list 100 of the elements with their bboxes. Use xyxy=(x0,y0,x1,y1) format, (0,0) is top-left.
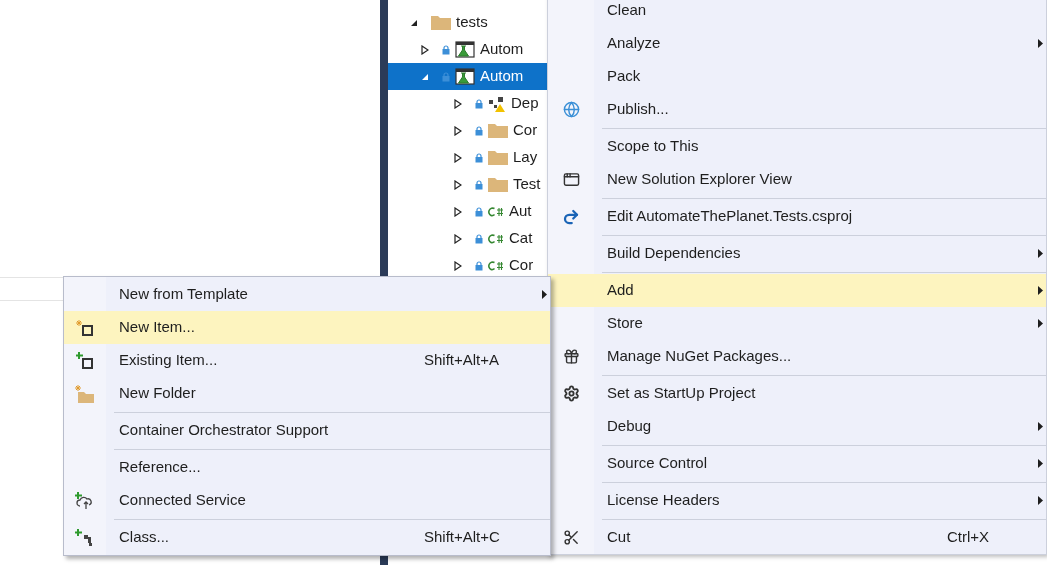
tree-item[interactable]: Dep xyxy=(388,90,547,117)
tree-item[interactable]: Aut xyxy=(388,198,547,225)
tree-item[interactable]: Cor xyxy=(388,117,547,144)
menu-item-label: New from Template xyxy=(119,284,248,305)
menu-item[interactable]: Manage NuGet Packages... xyxy=(548,340,1046,373)
tree-item-label: Aut xyxy=(509,201,532,222)
menu-item-label: New Solution Explorer View xyxy=(607,169,792,190)
lock-icon xyxy=(475,152,483,163)
collapsed-arrow-icon[interactable] xyxy=(454,98,462,109)
submenu-arrow-icon xyxy=(542,290,547,299)
menu-item-label: Source Control xyxy=(607,453,708,474)
menu-item-label: Container Orchestrator Support xyxy=(119,420,329,441)
menu-item[interactable]: License Headers xyxy=(548,484,1046,517)
tree-item-label: Dep xyxy=(511,93,539,114)
shortcut-label: Shift+Alt+A xyxy=(424,350,500,371)
menu-item[interactable]: New from Template xyxy=(64,278,550,311)
tree-item-label: tests xyxy=(456,12,488,33)
menu-item[interactable]: Container Orchestrator Support xyxy=(64,414,550,447)
tree-item[interactable]: Autom xyxy=(388,63,547,90)
tree-item-label: Cat xyxy=(509,228,533,249)
menu-item-label: Analyze xyxy=(607,33,661,54)
dependencies-icon xyxy=(488,95,506,112)
menu-item[interactable]: Existing Item... Shift+Alt+A xyxy=(64,344,550,377)
tree-item[interactable]: Autom xyxy=(388,36,547,63)
tree-item-label: Autom xyxy=(480,66,524,87)
lock-icon xyxy=(475,98,483,109)
menu-item[interactable]: New Item... xyxy=(64,311,550,344)
expanded-arrow-icon[interactable] xyxy=(410,18,418,27)
menu-item[interactable]: Source Control xyxy=(548,447,1046,480)
collapsed-arrow-icon[interactable] xyxy=(454,152,462,163)
menu-item[interactable]: Clean xyxy=(548,0,1046,27)
shortcut-label: Ctrl+X xyxy=(947,527,990,548)
menu-item-label: Add xyxy=(607,280,634,301)
menu-item[interactable]: Store xyxy=(548,307,1046,340)
new-folder-icon xyxy=(75,384,95,403)
submenu-arrow-icon xyxy=(1038,286,1043,295)
menu-item[interactable]: Publish... xyxy=(548,93,1046,126)
collapsed-arrow-icon[interactable] xyxy=(454,206,462,217)
menu-item-label: New Item... xyxy=(119,317,195,338)
menu-item-label: Publish... xyxy=(607,99,669,120)
tree-item[interactable]: Cor xyxy=(388,252,547,279)
menu-item[interactable]: Build Dependencies xyxy=(548,237,1046,270)
folder-icon xyxy=(488,177,508,192)
add-existing-item-icon xyxy=(76,351,94,370)
menu-item-label: Build Dependencies xyxy=(607,243,741,264)
tree-item-label: Cor xyxy=(509,255,534,276)
collapsed-arrow-icon[interactable] xyxy=(454,179,462,190)
lock-icon xyxy=(475,260,483,271)
menu-item[interactable]: Debug xyxy=(548,410,1046,443)
tree-item-label: Autom xyxy=(480,39,524,60)
menu-item-label: Clean xyxy=(607,0,647,21)
menu-item[interactable]: New Folder xyxy=(64,377,550,410)
csharp-file-icon xyxy=(488,260,504,271)
collapsed-arrow-icon[interactable] xyxy=(454,233,462,244)
collapsed-arrow-icon[interactable] xyxy=(421,44,429,55)
menu-item[interactable]: Scope to This xyxy=(548,130,1046,163)
tree-item[interactable]: Cat xyxy=(388,225,547,252)
collapsed-arrow-icon[interactable] xyxy=(454,125,462,136)
lock-icon xyxy=(442,71,450,82)
menu-item[interactable]: Cut Ctrl+X xyxy=(548,521,1046,554)
lock-icon xyxy=(475,206,483,217)
submenu-arrow-icon xyxy=(1038,496,1043,505)
gift-icon xyxy=(562,348,580,365)
collapsed-arrow-icon[interactable] xyxy=(454,260,462,271)
menu-item-label: Edit AutomateThePlanet.Tests.csproj xyxy=(607,206,853,227)
new-item-icon xyxy=(76,318,94,337)
menu-item-label: Connected Service xyxy=(119,490,246,511)
tree-item[interactable]: Test xyxy=(388,171,547,198)
tree-item-label: Cor xyxy=(513,120,538,141)
flask-window-icon xyxy=(455,68,475,85)
menu-item-label: License Headers xyxy=(607,490,720,511)
lock-icon xyxy=(475,125,483,136)
menu-item[interactable]: Class... Shift+Alt+C xyxy=(64,521,550,554)
tree-item[interactable]: tests xyxy=(388,9,547,36)
menu-item-label: New Folder xyxy=(119,383,196,404)
menu-item[interactable]: Edit AutomateThePlanet.Tests.csproj xyxy=(548,200,1046,233)
menu-item-label: Pack xyxy=(607,66,641,87)
menu-item[interactable]: New Solution Explorer View xyxy=(548,163,1046,196)
tree-item-label: Lay xyxy=(513,147,538,168)
menu-item[interactable]: Pack xyxy=(548,60,1046,93)
shortcut-label: Shift+Alt+C xyxy=(424,527,500,548)
flask-window-icon xyxy=(455,41,475,58)
menu-item-label: Scope to This xyxy=(607,136,699,157)
tree-item-label: Test xyxy=(513,174,541,195)
lock-icon xyxy=(442,44,450,55)
menu-item[interactable]: Reference... xyxy=(64,451,550,484)
submenu-arrow-icon xyxy=(1038,249,1043,258)
menu-item[interactable]: Set as StartUp Project xyxy=(548,377,1046,410)
submenu-arrow-icon xyxy=(1038,459,1043,468)
menu-item[interactable]: Analyze xyxy=(548,27,1046,60)
menu-item[interactable]: Add xyxy=(548,274,1046,307)
menu-item[interactable]: Connected Service xyxy=(64,484,550,517)
scissors-icon xyxy=(562,529,580,546)
menu-item-label: Cut xyxy=(607,527,631,548)
tree-item[interactable]: Lay xyxy=(388,144,547,171)
submenu-arrow-icon xyxy=(1038,422,1043,431)
folder-icon xyxy=(431,15,451,30)
menu-item-label: Manage NuGet Packages... xyxy=(607,346,792,367)
menu-item-label: Existing Item... xyxy=(119,350,218,371)
submenu-arrow-icon xyxy=(1038,319,1043,328)
